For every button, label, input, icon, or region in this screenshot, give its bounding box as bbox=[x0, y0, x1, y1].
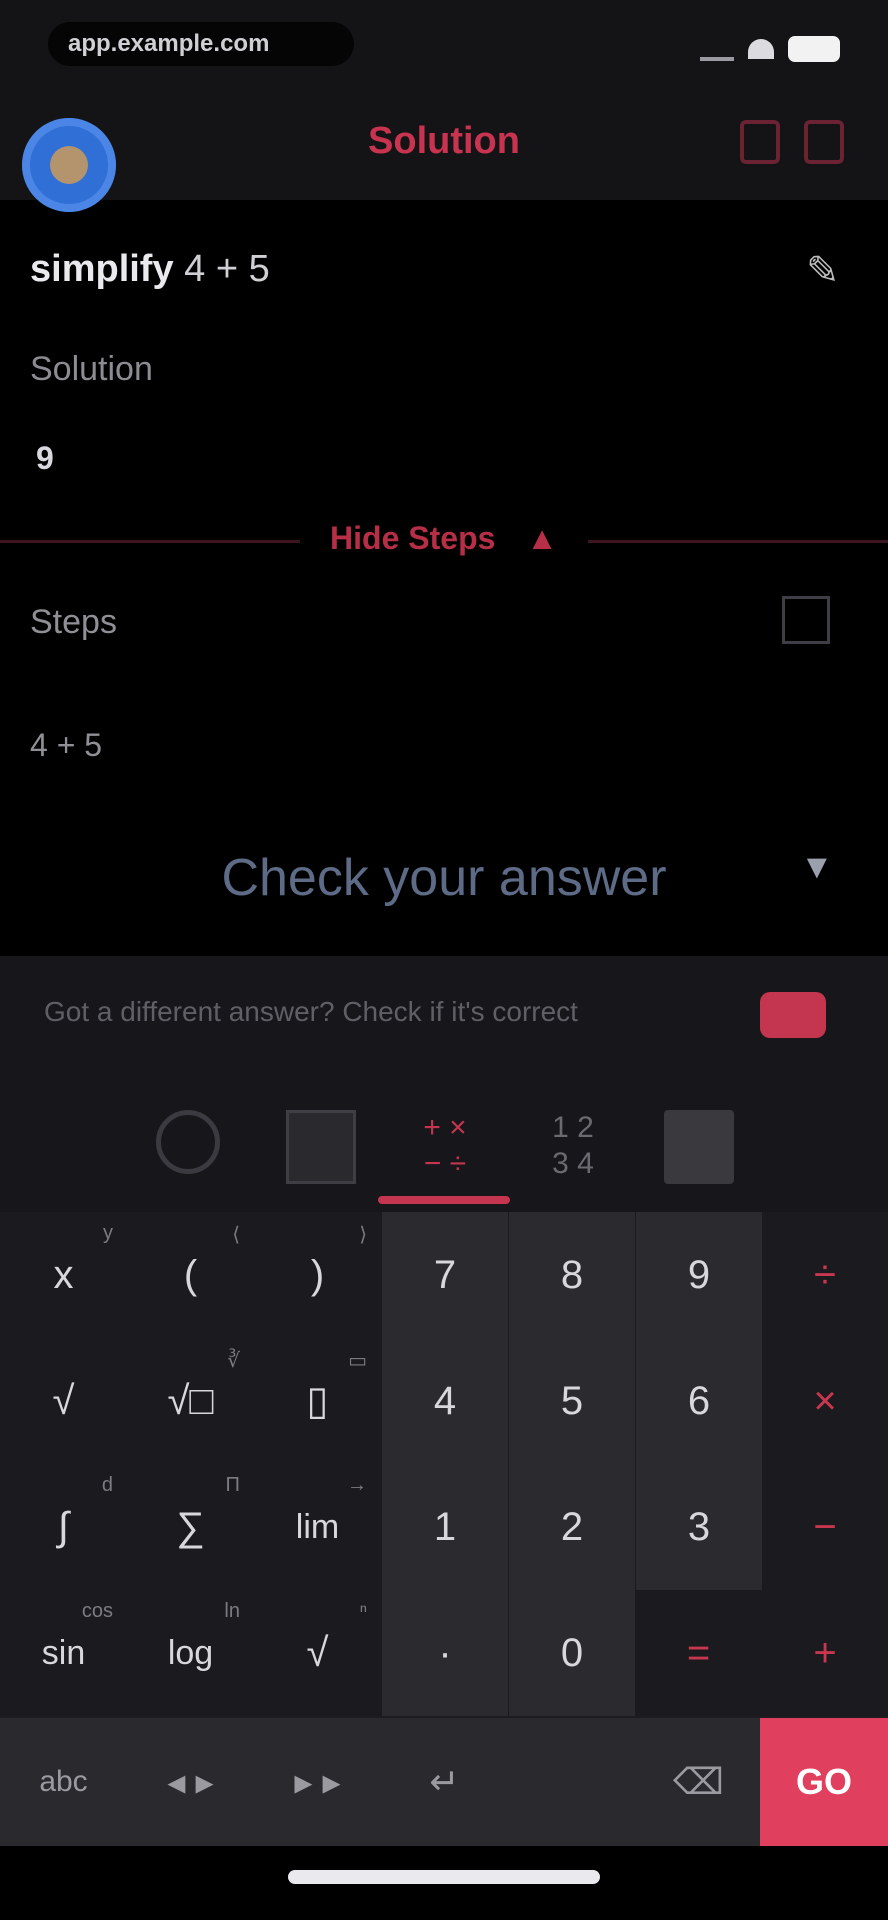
key-lim[interactable]: lim → bbox=[254, 1464, 381, 1590]
key-3[interactable]: 3 bbox=[635, 1464, 762, 1590]
calculator-tab-icon[interactable] bbox=[664, 1110, 734, 1184]
key-fraction[interactable]: ▯ ▭ bbox=[254, 1338, 381, 1464]
key-close-paren[interactable]: ) ⟩ bbox=[254, 1212, 381, 1338]
answer-check-input[interactable]: Got a different answer? Check if it's co… bbox=[44, 996, 694, 1028]
home-indicator[interactable] bbox=[288, 1870, 600, 1884]
active-tab-indicator bbox=[378, 1196, 510, 1204]
status-icons bbox=[700, 34, 840, 64]
battery-icon bbox=[788, 36, 840, 62]
hide-steps-toggle[interactable]: Hide Steps ▲ bbox=[0, 520, 888, 557]
enter-key[interactable]: ↵ bbox=[381, 1718, 508, 1846]
cursor-left-key[interactable]: ◂ ▸ bbox=[127, 1718, 254, 1846]
key-decimal[interactable]: · bbox=[381, 1590, 508, 1716]
key-5[interactable]: 5 bbox=[508, 1338, 635, 1464]
chevron-down-icon[interactable]: ▼ bbox=[800, 848, 834, 887]
key-7[interactable]: 7 bbox=[381, 1212, 508, 1338]
abc-key[interactable]: abc bbox=[0, 1718, 127, 1846]
key-nth-root[interactable]: √ ⁿ bbox=[254, 1590, 381, 1716]
key-sqrt[interactable]: √ bbox=[0, 1338, 127, 1464]
key-9[interactable]: 9 bbox=[635, 1212, 762, 1338]
wifi-icon bbox=[748, 39, 774, 59]
signal-icon bbox=[700, 37, 734, 61]
key-sum[interactable]: ∑ Π bbox=[127, 1464, 254, 1590]
key-6[interactable]: 6 bbox=[635, 1338, 762, 1464]
key-integral[interactable]: ∫ d bbox=[0, 1464, 127, 1590]
history-tab-icon[interactable] bbox=[156, 1110, 220, 1174]
cursor-right-key[interactable]: ▸ ▸ bbox=[254, 1718, 381, 1846]
problem-prefix: simplify bbox=[30, 248, 174, 290]
steps-label: Steps bbox=[30, 603, 117, 641]
key-root[interactable]: √□ ∛ bbox=[127, 1338, 254, 1464]
key-1[interactable]: 1 bbox=[381, 1464, 508, 1590]
key-sin[interactable]: sin cos bbox=[0, 1590, 127, 1716]
key-equals[interactable]: = bbox=[635, 1590, 762, 1716]
key-8[interactable]: 8 bbox=[508, 1212, 635, 1338]
url-pill[interactable]: app.example.com bbox=[48, 22, 354, 66]
key-plus[interactable]: + bbox=[762, 1590, 888, 1716]
key-0[interactable]: 0 bbox=[508, 1590, 635, 1716]
key-open-paren[interactable]: (⟨ bbox=[127, 1212, 254, 1338]
basic-tab-icon[interactable]: + × − ÷ bbox=[410, 1110, 480, 1184]
key-4[interactable]: 4 bbox=[381, 1338, 508, 1464]
go-button[interactable]: GO bbox=[760, 1718, 888, 1846]
key-x[interactable]: xy bbox=[0, 1212, 127, 1338]
key-2[interactable]: 2 bbox=[508, 1464, 635, 1590]
pin-icon[interactable] bbox=[782, 596, 830, 644]
key-log[interactable]: log ln bbox=[127, 1590, 254, 1716]
hide-steps-label: Hide Steps bbox=[330, 520, 496, 556]
edit-icon[interactable]: ✎ bbox=[806, 248, 840, 294]
save-icon[interactable] bbox=[740, 120, 780, 164]
key-multiply[interactable]: × bbox=[762, 1338, 888, 1464]
submit-answer-button[interactable] bbox=[760, 992, 826, 1038]
functions-tab-icon[interactable] bbox=[286, 1110, 356, 1184]
share-icon[interactable] bbox=[804, 120, 844, 164]
key-minus[interactable]: − bbox=[762, 1464, 888, 1590]
check-answer-button[interactable]: Check your answer bbox=[0, 848, 888, 908]
step-expression: 4 + 5 bbox=[30, 727, 103, 763]
answer-value: 9 bbox=[36, 440, 54, 476]
problem-expression: 4 + 5 bbox=[184, 248, 270, 290]
collapse-icon: ▲ bbox=[526, 520, 558, 556]
key-divide[interactable]: ÷ bbox=[762, 1212, 888, 1338]
matrix-tab-icon[interactable]: 1 23 4 bbox=[538, 1110, 608, 1184]
backspace-key[interactable]: ⌫ bbox=[635, 1718, 762, 1846]
problem-statement: simplify 4 + 5 bbox=[30, 248, 270, 291]
solution-label: Solution bbox=[30, 350, 153, 388]
